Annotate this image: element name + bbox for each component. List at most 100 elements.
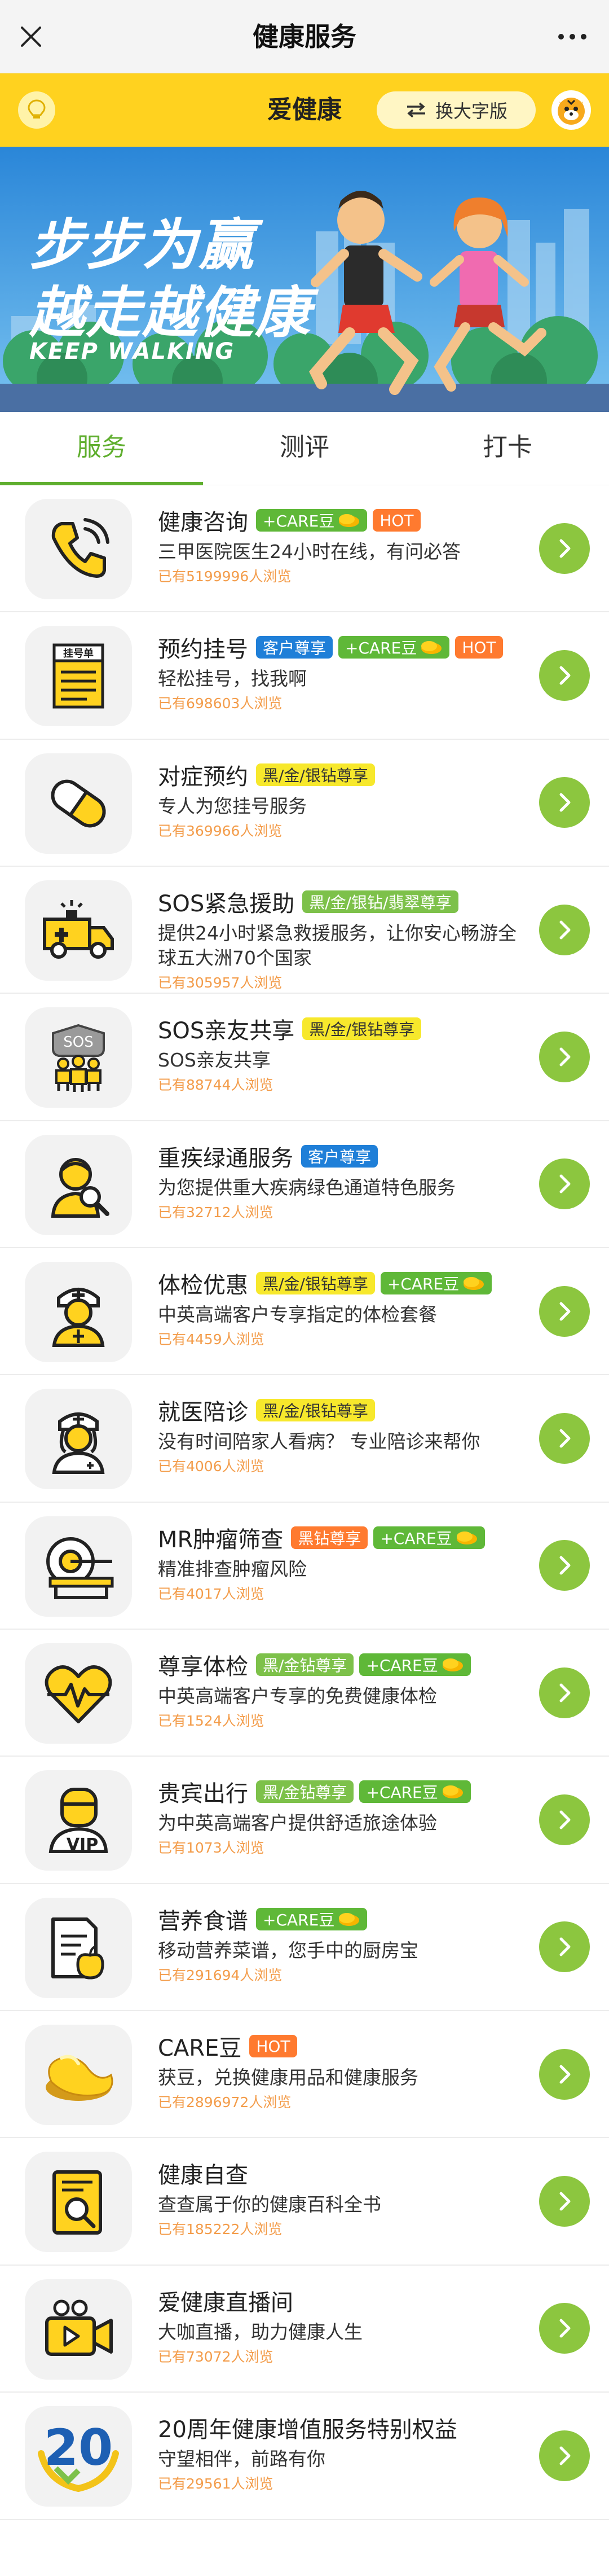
service-title: 健康自查: [158, 2162, 248, 2189]
view-count: 已有4006人浏览: [158, 1458, 264, 1475]
more-icon[interactable]: [558, 31, 586, 42]
tab-assessment[interactable]: 测评: [203, 412, 406, 485]
service-row[interactable]: SOS紧急援助 黑/金/银钻/翡翠尊享 提供24小时紧急救援服务，让你安心畅游全球五…: [0, 867, 609, 994]
care-bean-icon: [452, 1529, 478, 1547]
service-title-line: CARE豆 HOT: [158, 2030, 524, 2062]
svg-text:SOS: SOS: [63, 1034, 93, 1051]
service-description: 中英高端客户专享的免费健康体检: [158, 1685, 437, 1708]
service-row[interactable]: 重疾绿通服务 客户尊享 为您提供重大疾病绿色通道特色服务 已有32712人浏览: [0, 1121, 609, 1249]
view-count: 已有29561人浏览: [158, 2476, 273, 2492]
tab-check-in[interactable]: 打卡: [406, 412, 609, 485]
service-row[interactable]: 对症预约 黑/金/银钻尊享 专人为您挂号服务 已有369966人浏览: [0, 740, 609, 867]
chevron-right-icon[interactable]: [539, 904, 590, 955]
care-bean-icon: [334, 511, 360, 529]
service-title: 对症预约: [158, 763, 248, 790]
health-book-icon: [25, 2152, 132, 2253]
service-row[interactable]: 健康咨询 +CARE豆 HOT 三甲医院医生24小时在线，有问必答 已有5199996人…: [0, 485, 609, 613]
service-title: MR肿瘤筛查: [158, 1526, 284, 1553]
chevron-right-icon[interactable]: [539, 1794, 590, 1846]
view-count: 已有73072人浏览: [158, 2348, 273, 2365]
chevron-right-icon[interactable]: [539, 2176, 590, 2227]
svg-text:20: 20: [44, 2419, 113, 2477]
service-row[interactable]: SOS SOS亲友共享 黑/金/银钻尊享 SOS亲友共享 已有88744人浏览: [0, 994, 609, 1121]
badge-label: +CARE豆: [345, 639, 417, 658]
badge-hot: HOT: [249, 2035, 297, 2058]
service-content: 尊享体检 黑/金钻尊享 +CARE豆 中英高端客户专享的免费健康体检 已有1524人浏览: [158, 1649, 524, 1730]
service-row[interactable]: 20 20周年健康增值服务特别权益 守望相伴，前路有你 已有29561人浏览: [0, 2393, 609, 2520]
badge-label: +CARE豆: [380, 1529, 452, 1548]
service-row[interactable]: 爱健康直播间 大咖直播，助力健康人生 已有73072人浏览: [0, 2266, 609, 2393]
chevron-right-icon[interactable]: [539, 1285, 590, 1337]
chevron-right-icon[interactable]: [539, 777, 590, 828]
service-description: 轻松挂号，找我啊: [158, 668, 307, 690]
chevron-right-icon[interactable]: [539, 523, 590, 574]
service-description: 守望相伴，前路有你: [158, 2448, 325, 2470]
chevron-right-icon[interactable]: [539, 1667, 590, 1718]
chevron-right-icon[interactable]: [539, 1158, 590, 1210]
care-bean-icon: [459, 1274, 485, 1292]
service-row[interactable]: VIP 贵宾出行 黑/金钻尊享 +CARE豆 为中英高端客户提供舒适旅途体验 已有1073…: [0, 1757, 609, 1884]
service-title: 爱健康直播间: [158, 2289, 293, 2316]
badge-label: 黑钻尊享: [298, 1529, 361, 1548]
view-count: 已有185222人浏览: [158, 2221, 283, 2238]
service-title-line: SOS紧急援助 黑/金/银钻/翡翠尊享: [158, 886, 524, 918]
badge-label: 黑/金/银钻尊享: [309, 1020, 415, 1039]
tiger-avatar-icon[interactable]: [551, 90, 591, 130]
badge-label: 黑/金/银钻尊享: [263, 766, 368, 785]
doctor-search-icon: [25, 1134, 132, 1235]
service-description: 移动营养菜谱，您手中的厨房宝: [158, 1939, 418, 1961]
chevron-right-icon[interactable]: [539, 1540, 590, 1591]
service-title: 预约挂号: [158, 637, 248, 663]
badge-label: 黑/金/银钻尊享: [263, 1275, 368, 1294]
badge-label: +CARE豆: [387, 1275, 460, 1294]
banner-slogan-line2: 越走越健康: [29, 281, 312, 345]
tab-service[interactable]: 服务: [0, 412, 203, 485]
service-description: 没有时间陪家人看病？ 专业陪诊来帮你: [158, 1430, 480, 1453]
service-content: 就医陪诊 黑/金/银钻尊享没有时间陪家人看病？ 专业陪诊来帮你已有4006人浏览: [158, 1394, 524, 1476]
tab-bar: 服务 测评 打卡: [0, 412, 609, 485]
care-bean-icon: [417, 638, 443, 656]
service-title-line: SOS亲友共享 黑/金/银钻尊享: [158, 1013, 524, 1045]
care-bean-icon: [438, 1783, 464, 1801]
svg-text:VIP: VIP: [67, 1835, 98, 1855]
chevron-right-icon[interactable]: [539, 650, 590, 701]
badge-care: +CARE豆: [373, 1526, 485, 1549]
chevron-right-icon[interactable]: [539, 2048, 590, 2100]
badge-tier-bgsf: 黑/金/银钻/翡翠尊享: [302, 890, 458, 914]
chevron-right-icon[interactable]: [539, 1032, 590, 1083]
service-content: CARE豆 HOT 获豆，兑换健康用品和健康服务 已有2896972人浏览: [158, 2030, 524, 2112]
keep-walking-banner[interactable]: 步步为赢 越走越健康 KEEP WALKING: [0, 147, 609, 412]
phone-icon: [25, 499, 132, 599]
ambulance-icon: [25, 880, 132, 981]
badge-care: +CARE豆: [256, 1907, 368, 1930]
badge-customer: 客户尊享: [256, 636, 333, 659]
mri-scanner-icon: [25, 1516, 132, 1617]
service-row[interactable]: 营养食谱 +CARE豆 移动营养菜谱，您手中的厨房宝 已有291694人浏览: [0, 1884, 609, 2012]
chevron-right-icon[interactable]: [539, 1921, 590, 1973]
large-font-toggle-button[interactable]: 换大字版: [377, 91, 536, 129]
badge-care: +CARE豆: [359, 1653, 471, 1677]
chevron-right-icon[interactable]: [539, 1413, 590, 1464]
badge-hot: HOT: [455, 636, 503, 659]
badge-label: +CARE豆: [263, 1910, 335, 1929]
service-row[interactable]: 健康自查 查查属于你的健康百科全书 已有185222人浏览: [0, 2138, 609, 2266]
banner-slogan-line3: KEEP WALKING: [29, 339, 235, 365]
service-description: SOS亲友共享: [158, 1049, 271, 1072]
service-row[interactable]: CARE豆 HOT 获豆，兑换健康用品和健康服务 已有2896972人浏览: [0, 2011, 609, 2139]
service-row[interactable]: MR肿瘤筛查 黑钻尊享 +CARE豆 精准排查肿瘤风险 已有4017人浏览: [0, 1503, 609, 1630]
service-title-line: 就医陪诊 黑/金/银钻尊享: [158, 1394, 524, 1426]
video-camera-icon: [25, 2279, 132, 2380]
service-row[interactable]: 挂号单 预约挂号 客户尊享 +CARE豆 HOT 轻松挂号，找我啊 已有698603人浏览: [0, 612, 609, 740]
chevron-right-icon[interactable]: [539, 2303, 590, 2354]
app-header: 爱健康 换大字版: [0, 73, 609, 147]
service-title-line: 预约挂号 客户尊享 +CARE豆 HOT: [158, 631, 524, 663]
service-row[interactable]: 体检优惠 黑/金/银钻尊享 +CARE豆 中英高端客户专享指定的体检套餐 已有4459人…: [0, 1248, 609, 1376]
service-row[interactable]: 就医陪诊 黑/金/银钻尊享没有时间陪家人看病？ 专业陪诊来帮你已有4006人浏览: [0, 1375, 609, 1503]
font-switch-label: 换大字版: [435, 100, 508, 122]
badge-customer: 客户尊享: [301, 1144, 378, 1168]
chevron-right-icon[interactable]: [539, 2430, 590, 2481]
care-bean-icon: [438, 1656, 464, 1674]
service-row[interactable]: 尊享体检 黑/金钻尊享 +CARE豆 中英高端客户专享的免费健康体检 已有1524人浏览: [0, 1630, 609, 1757]
service-title-line: 贵宾出行 黑/金钻尊享 +CARE豆: [158, 1776, 524, 1807]
service-description: 三甲医院医生24小时在线，有问必答: [158, 541, 461, 563]
